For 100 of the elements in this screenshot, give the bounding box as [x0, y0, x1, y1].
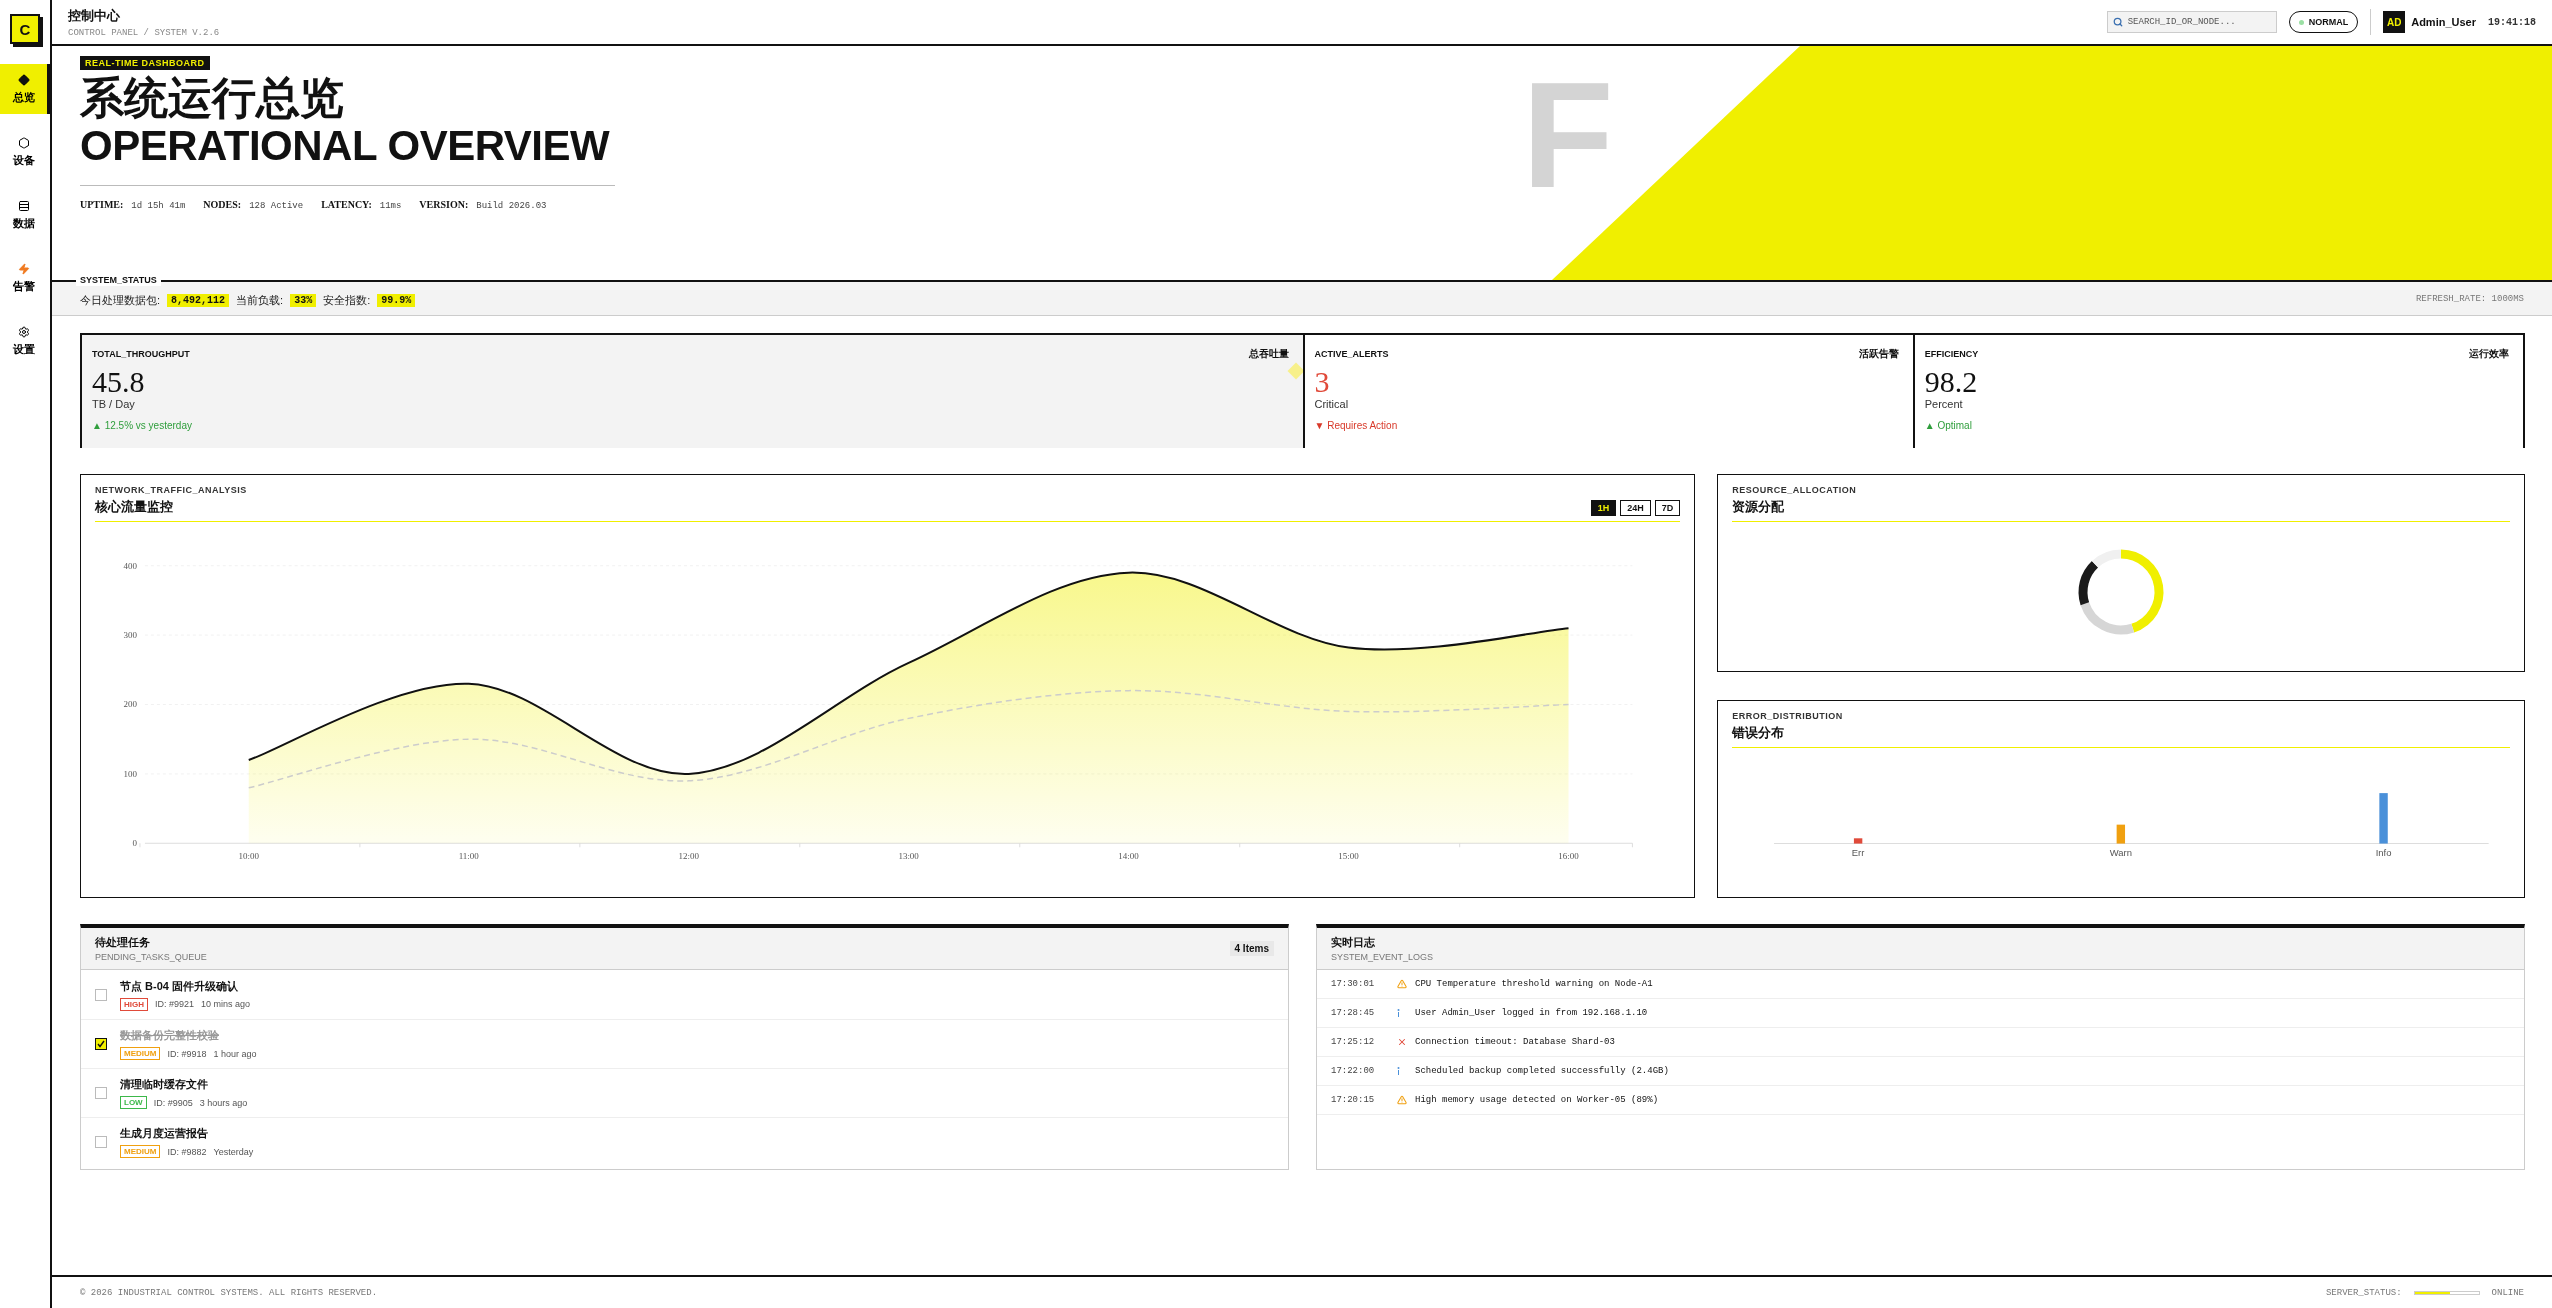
- panel-title: 待处理任务: [95, 935, 151, 950]
- meta-value: 1d 15h 41m: [131, 200, 186, 211]
- metric-trend: ▼ Requires Action: [1314, 420, 1399, 431]
- sidebar-item[interactable]: 设置: [0, 316, 50, 366]
- app-subtitle: CONTROL PANEL / SYSTEM V.2.6: [68, 27, 220, 38]
- logo: C: [10, 14, 40, 44]
- error-icon: [1397, 1037, 1407, 1047]
- copyright: © 2026 INDUSTRIAL CONTROL SYSTEMS. ALL RIGHTS RESERVED.: [80, 1287, 378, 1298]
- meta-label: UPTIME:: [80, 198, 124, 210]
- y-tick-label: 100: [123, 768, 137, 779]
- sidebar-item[interactable]: 数据: [0, 190, 50, 240]
- priority-tag: MEDIUM: [120, 1145, 161, 1158]
- meta-label: VERSION:: [419, 198, 469, 210]
- priority-tag: LOW: [120, 1096, 147, 1109]
- metric-unit: TB / Day: [92, 398, 136, 410]
- panel-title: 错误分布: [1732, 724, 1785, 742]
- task-time: 3 hours ago: [199, 1097, 248, 1108]
- task-time: 10 mins ago: [201, 999, 251, 1009]
- info-icon: [1397, 1009, 1400, 1017]
- metric-value: 98.2: [1924, 365, 1979, 398]
- log-message: Connection timeout: Database Shard-03: [1415, 1037, 1615, 1047]
- clock: 19:41:18: [2488, 16, 2536, 28]
- range-button[interactable]: 7D: [1654, 500, 1681, 516]
- dashboard-badge: REAL-TIME DASHBOARD: [80, 56, 210, 70]
- x-tick-label: 14:00: [1118, 851, 1139, 862]
- x-tick-label: 10:00: [238, 851, 259, 862]
- sidebar-item[interactable]: 设备: [0, 127, 50, 177]
- metric-tag: 运行效率: [2469, 347, 2509, 361]
- diamond-icon: [17, 73, 30, 86]
- x-tick-label: 15:00: [1338, 851, 1359, 862]
- log-message: CPU Temperature threshold warning on Node-A1: [1415, 979, 1653, 989]
- task-title: 数据备份完整性校验: [120, 1028, 220, 1043]
- panel-eyebrow: RESOURCE_ALLOCATION: [1732, 485, 1858, 495]
- search-field[interactable]: SEARCH_ID_OR_NODE...: [2106, 11, 2277, 33]
- y-tick-label: 0: [132, 838, 137, 849]
- log-message: User Admin_User logged in from 192.168.1.10: [1415, 1008, 1648, 1018]
- y-tick-label: 300: [123, 630, 137, 641]
- meta-value: 128 Active: [249, 200, 304, 211]
- warning-icon: [1397, 1095, 1407, 1105]
- meta-value: Build 2026.03: [476, 200, 547, 211]
- metric-unit: Percent: [1924, 398, 1964, 410]
- app-title: 控制中心: [68, 6, 121, 25]
- task-title: 节点 B-04 固件升级确认: [120, 978, 239, 994]
- x-tick-label: 12:00: [678, 851, 699, 862]
- task-id: ID: #9882: [167, 1146, 207, 1157]
- meta-label: LATENCY:: [321, 198, 372, 210]
- page-title: 系统运行总览: [80, 74, 344, 123]
- task-checkbox[interactable]: [95, 988, 107, 1001]
- metric-value: 3: [1314, 365, 1331, 398]
- info-icon: [1397, 1067, 1400, 1075]
- refresh-rate: REFRESH_RATE: 1000MS: [2415, 293, 2524, 304]
- range-button[interactable]: 1H: [1590, 500, 1617, 516]
- panel-eyebrow: ERROR_DISTRIBUTION: [1732, 711, 1844, 721]
- panel-title: 资源分配: [1732, 498, 1785, 516]
- metric-tag: 活跃告警: [1858, 347, 1899, 361]
- category-label: Warn: [2110, 847, 2133, 859]
- rows-icon: [17, 199, 30, 212]
- category-label: Info: [2376, 847, 2392, 859]
- category-label: Err: [1852, 847, 1865, 859]
- page-title-english: OPERATIONAL OVERVIEW: [80, 122, 610, 171]
- task-checkbox[interactable]: [95, 1136, 107, 1148]
- metric-title: ACTIVE_ALERTS: [1314, 349, 1389, 359]
- check-icon: [97, 1040, 105, 1048]
- search-icon: [2112, 17, 2123, 27]
- metric-trend: ▲ 12.5% vs yesterday: [92, 420, 193, 431]
- log-time: 17:30:01: [1331, 979, 1376, 989]
- status-legend: SYSTEM_STATUS: [76, 274, 161, 286]
- warning-icon: [1397, 979, 1407, 989]
- task-time: Yesterday: [213, 1146, 254, 1157]
- y-tick-label: 400: [123, 560, 137, 571]
- task-id: ID: #9905: [153, 1097, 193, 1108]
- metric-value: 45.8: [92, 365, 146, 398]
- user-avatar[interactable]: AD: [2383, 11, 2406, 33]
- x-tick-label: 13:00: [898, 851, 919, 862]
- lightning-icon: [17, 262, 30, 275]
- y-tick-label: 200: [123, 699, 137, 710]
- task-id: ID: #9918: [167, 1048, 207, 1059]
- log-time: 17:28:45: [1331, 1008, 1376, 1018]
- metric-unit: Critical: [1314, 398, 1350, 410]
- sidebar-item[interactable]: 总览: [0, 64, 50, 114]
- sidebar-item[interactable]: 告警: [0, 253, 50, 303]
- metric-tag: 总吞吐量: [1248, 347, 1289, 361]
- status-label: 今日处理数据包:: [80, 293, 161, 308]
- meta-label: NODES:: [203, 198, 242, 210]
- x-tick-label: 11:00: [458, 851, 479, 862]
- status-value: 8,492,112: [167, 294, 230, 307]
- item-count: 4 Items: [1229, 941, 1274, 956]
- status-label: 当前负载:: [236, 293, 284, 308]
- task-checkbox[interactable]: [95, 1038, 107, 1050]
- server-status-label: SERVER_STATUS:: [2325, 1287, 2402, 1298]
- panel-title: 实时日志: [1331, 935, 1376, 950]
- range-button[interactable]: 24H: [1620, 500, 1651, 516]
- log-time: 17:25:12: [1331, 1037, 1376, 1047]
- panel-subtitle: SYSTEM_EVENT_LOGS: [1331, 952, 1434, 962]
- status-value: 33%: [290, 294, 317, 307]
- status-value: 99.9%: [377, 294, 416, 307]
- metric-trend: ▲ Optimal: [1924, 420, 1973, 431]
- status-label: NORMAL: [2308, 17, 2349, 27]
- task-checkbox[interactable]: [95, 1087, 107, 1099]
- server-state: ONLINE: [2491, 1287, 2524, 1298]
